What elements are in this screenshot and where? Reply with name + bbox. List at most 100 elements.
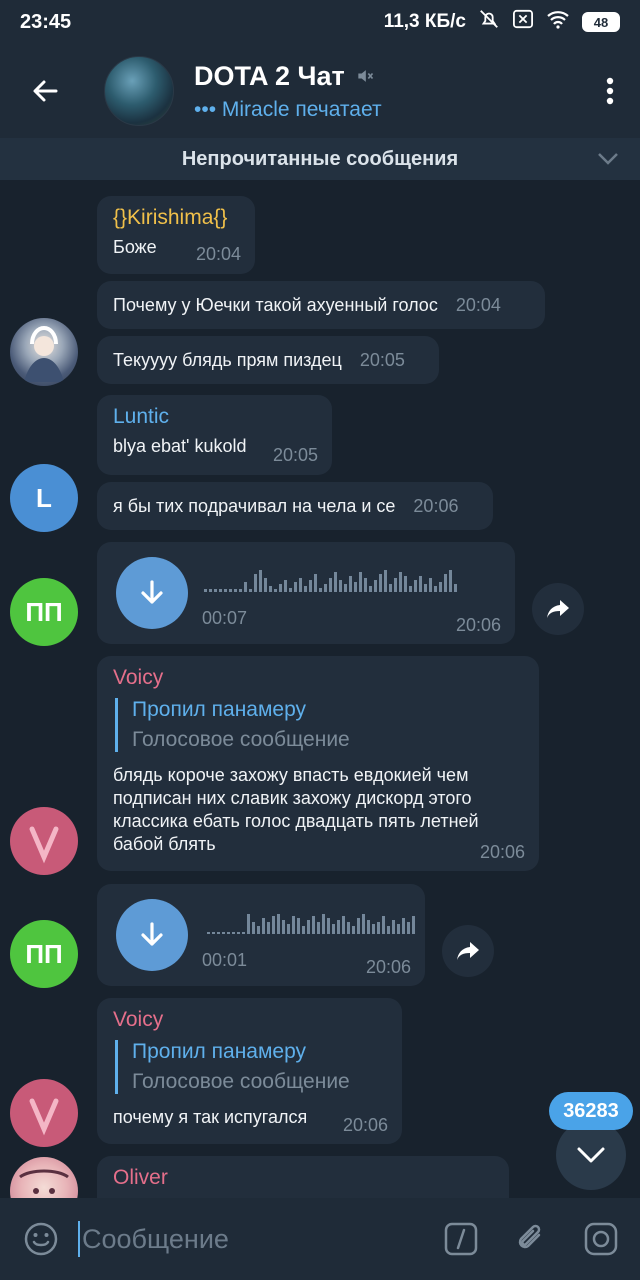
more-vertical-icon	[606, 77, 614, 105]
luntic-avatar[interactable]: L	[10, 464, 78, 532]
message-time: 20:06	[413, 496, 459, 516]
waveform-bar	[277, 914, 280, 934]
waveform-bar	[274, 589, 277, 592]
waveform-bar	[219, 589, 222, 592]
waveform-bar	[364, 578, 367, 592]
waveform-bar	[419, 576, 422, 592]
reply-text: Голосовое сообщение	[132, 728, 350, 751]
download-voice-button[interactable]	[116, 899, 188, 971]
message-bubble[interactable]: Voicy Пропил панамеру Голосовое сообщени…	[97, 998, 402, 1144]
chat-title: DOTA 2 Чат	[194, 61, 580, 92]
waveform-bar	[354, 582, 357, 592]
waveform-bar	[204, 589, 207, 592]
waveform-bar	[404, 576, 407, 592]
download-voice-button[interactable]	[116, 557, 188, 629]
scroll-to-bottom-button[interactable]	[556, 1120, 626, 1190]
emoji-button[interactable]	[16, 1211, 66, 1267]
waveform-bar	[402, 918, 405, 934]
message-list[interactable]: {}Kirishima{} Боже 20:04 Почему у Юечки т…	[0, 180, 640, 1198]
waveform-bar	[369, 586, 372, 592]
waveform-bar	[344, 584, 347, 592]
share-button[interactable]	[442, 925, 494, 977]
waveform-bar	[444, 574, 447, 592]
waveform-bar	[237, 932, 240, 934]
message-input-bar	[0, 1198, 640, 1280]
video-message-button[interactable]	[576, 1211, 626, 1267]
waveform-bar	[379, 574, 382, 592]
waveform-bar	[244, 582, 247, 592]
anime-girl-avatar-icon	[24, 325, 64, 382]
pp-avatar[interactable]: ПП	[10, 920, 78, 988]
voice-message-bubble[interactable]: 00:01 20:06	[97, 884, 425, 986]
waveform-bar	[234, 589, 237, 592]
message-bubble[interactable]: Почему у Юечки такой ахуенный голос 20:04	[97, 281, 545, 329]
waveform-bar	[247, 914, 250, 934]
pp-avatar[interactable]: ПП	[10, 578, 78, 646]
waveform-bar	[269, 586, 272, 592]
message-bubble[interactable]: {}Kirishima{} Боже 20:04	[97, 196, 255, 274]
waveform-bar	[449, 570, 452, 592]
voicy-avatar[interactable]	[10, 1079, 78, 1147]
voice-waveform[interactable]	[207, 908, 415, 934]
waveform-bar	[329, 578, 332, 592]
message-bubble[interactable]: я бы тих подрачивал на чела и се 20:06	[97, 482, 493, 530]
message-input[interactable]	[78, 1221, 436, 1257]
message-bubble[interactable]: Luntic blya ebat' kukold 20:05	[97, 395, 332, 475]
waveform-bar	[384, 570, 387, 592]
waveform-bar	[227, 932, 230, 934]
chat-info[interactable]: DOTA 2 Чат ••• Miracle печатает	[194, 61, 580, 122]
unread-banner-label: Непрочитанные сообщения	[181, 147, 459, 170]
message-bubble[interactable]: Oliver	[97, 1156, 509, 1198]
waveform-bar	[382, 916, 385, 934]
wifi-icon	[546, 9, 570, 35]
attach-button[interactable]	[506, 1211, 556, 1267]
muted-icon	[358, 70, 373, 82]
reply-quote[interactable]: Пропил панамеру Голосовое сообщение	[115, 698, 523, 752]
voice-waveform[interactable]	[204, 566, 457, 592]
waveform-bar	[232, 932, 235, 934]
kirishima-avatar[interactable]	[10, 318, 78, 386]
share-button[interactable]	[532, 583, 584, 635]
waveform-bar	[209, 589, 212, 592]
more-menu-button[interactable]	[580, 44, 640, 138]
oliver-avatar[interactable]	[10, 1157, 78, 1198]
unread-count-badge[interactable]: 36283	[549, 1092, 633, 1130]
waveform-bar	[267, 922, 270, 934]
voicy-logo-icon	[29, 1098, 59, 1136]
avatar-initials: ПП	[25, 938, 63, 969]
waveform-bar	[264, 578, 267, 592]
chevron-down-icon	[577, 1147, 605, 1163]
sender-name: {}Kirishima{}	[113, 206, 228, 229]
anime-avatar-icon	[19, 1169, 69, 1194]
unread-messages-banner[interactable]: Непрочитанные сообщения	[0, 138, 640, 180]
message-bubble[interactable]: Текуууу блядь прям пиздец 20:05	[97, 336, 439, 384]
download-arrow-icon	[141, 580, 163, 604]
waveform-bar	[377, 922, 380, 934]
battery-icon: 48	[582, 12, 620, 32]
status-bar: 23:45 11,3 КБ/с 48	[0, 0, 640, 44]
chat-avatar[interactable]	[104, 56, 174, 126]
status-time: 23:45	[20, 10, 72, 33]
message-bubble[interactable]: Voicy Пропил панамеру Голосовое сообщени…	[97, 656, 539, 871]
voice-message-bubble[interactable]: 00:07 20:06	[97, 542, 515, 644]
back-arrow-icon	[33, 80, 58, 102]
waveform-bar	[332, 924, 335, 934]
reply-quote[interactable]: Пропил панамеру Голосовое сообщение	[115, 1040, 386, 1094]
waveform-bar	[249, 589, 252, 592]
sender-name: Oliver	[113, 1166, 168, 1189]
waveform-bar	[342, 916, 345, 934]
chevron-down-icon	[598, 153, 618, 165]
waveform-bar	[394, 578, 397, 592]
message-time: 20:06	[455, 615, 501, 635]
back-button[interactable]	[0, 44, 90, 138]
voicy-avatar[interactable]	[10, 807, 78, 875]
sender-name: Voicy	[113, 666, 164, 689]
message-time: 20:04	[195, 244, 241, 264]
waveform-bar	[454, 584, 457, 592]
waveform-bar	[259, 570, 262, 592]
waveform-bar	[434, 586, 437, 592]
bot-commands-button[interactable]	[436, 1211, 486, 1267]
waveform-bar	[387, 926, 390, 934]
waveform-bar	[327, 918, 330, 934]
waveform-bar	[407, 922, 410, 934]
